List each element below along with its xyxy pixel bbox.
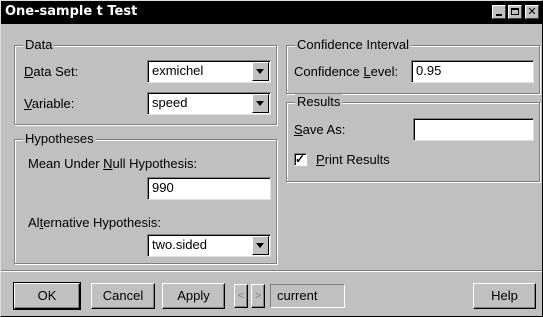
save-as-input[interactable] bbox=[413, 118, 534, 141]
variable-value: speed bbox=[152, 95, 188, 110]
close-icon: ✕ bbox=[527, 5, 537, 18]
minimize-icon bbox=[496, 14, 502, 16]
title-bar[interactable]: One-sample t Test ✕ bbox=[1, 1, 542, 24]
null-hypothesis-label: Mean Under Null Hypothesis: bbox=[28, 156, 198, 171]
variable-select[interactable]: speed bbox=[147, 92, 271, 115]
checkmark-icon: ✓ bbox=[295, 152, 306, 166]
apply-button[interactable]: Apply bbox=[162, 283, 225, 309]
null-hypothesis-value: 990 bbox=[152, 180, 174, 195]
hypotheses-group-legend: Hypotheses bbox=[23, 131, 96, 147]
confidence-level-value: 0.95 bbox=[416, 63, 442, 78]
chevron-down-icon bbox=[256, 243, 264, 248]
variable-label: Variable: bbox=[24, 96, 75, 111]
alternative-hypothesis-value: two.sided bbox=[152, 237, 207, 252]
alternative-hypothesis-select[interactable]: two.sided bbox=[147, 234, 271, 257]
previous-button[interactable]: < bbox=[234, 284, 248, 308]
chevron-down-icon bbox=[256, 101, 264, 106]
data-group-legend: Data bbox=[23, 37, 55, 53]
dataset-value: exmichel bbox=[152, 63, 204, 78]
save-as-label: Save As: bbox=[294, 122, 346, 137]
confidence-level-label: Confidence Level: bbox=[294, 64, 399, 79]
minimize-button[interactable] bbox=[492, 5, 506, 19]
results-group: Results bbox=[286, 94, 540, 182]
cancel-button[interactable]: Cancel bbox=[91, 283, 155, 309]
confidence-group-legend: Confidence Interval bbox=[295, 37, 412, 53]
next-button[interactable]: > bbox=[251, 284, 265, 308]
results-group-legend: Results bbox=[295, 94, 343, 110]
dataset-label: Data Set: bbox=[24, 64, 79, 79]
dataset-dropdown-button[interactable] bbox=[252, 62, 269, 81]
close-button[interactable]: ✕ bbox=[525, 5, 539, 19]
help-button[interactable]: Help bbox=[473, 283, 536, 309]
window-title: One-sample t Test bbox=[5, 4, 138, 19]
alternative-dropdown-button[interactable] bbox=[252, 236, 269, 255]
maximize-button[interactable] bbox=[508, 5, 522, 19]
current-indicator: current bbox=[270, 284, 345, 308]
chevron-down-icon bbox=[256, 69, 264, 74]
null-hypothesis-input[interactable]: 990 bbox=[147, 177, 271, 200]
variable-dropdown-button[interactable] bbox=[252, 94, 269, 113]
print-results-checkbox[interactable]: ✓ bbox=[294, 152, 307, 166]
dialog-window: One-sample t Test ✕ Data Data Set: exmic… bbox=[0, 0, 543, 317]
confidence-level-input[interactable]: 0.95 bbox=[411, 60, 534, 83]
bottom-separator bbox=[1, 270, 542, 272]
print-results-label[interactable]: Print Results bbox=[316, 152, 390, 168]
ok-button[interactable]: OK bbox=[13, 282, 81, 310]
maximize-icon bbox=[511, 8, 519, 15]
alternative-hypothesis-label: Alternative Hypothesis: bbox=[28, 215, 161, 230]
dataset-select[interactable]: exmichel bbox=[147, 60, 271, 83]
